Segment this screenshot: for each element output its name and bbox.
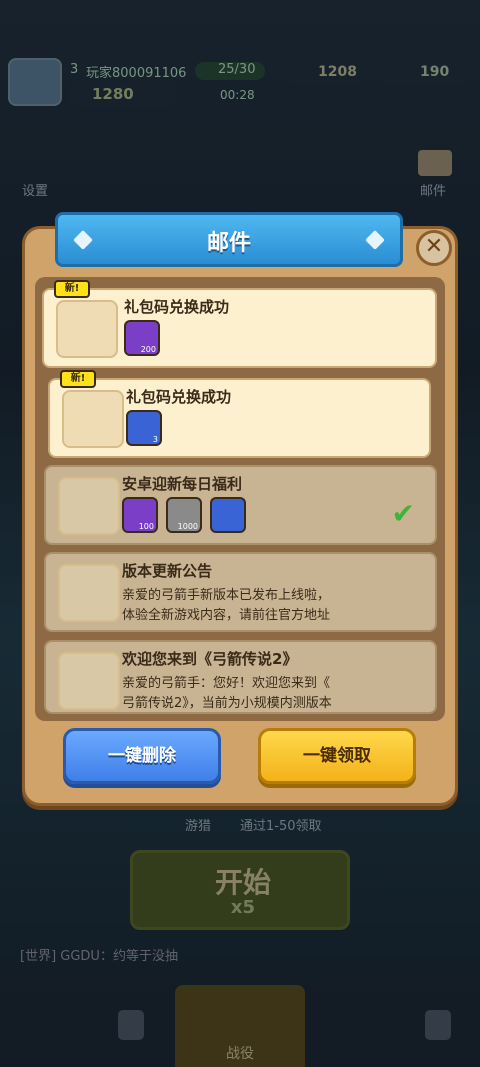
key-icon bbox=[210, 497, 246, 533]
mail-item-body: 亲爱的弓箭手：您好！欢迎您来到《 弓箭传说2》，当前为小规模内测版本 bbox=[122, 676, 332, 711]
mail-item[interactable]: 欢迎您来到《弓箭传说2》 亲爱的弓箭手：您好！欢迎您来到《 弓箭传说2》，当前为… bbox=[44, 640, 437, 714]
bell-icon bbox=[58, 652, 120, 710]
mail-item-title: 安卓迎新每日福利 bbox=[122, 475, 243, 493]
mail-item-body: 亲爱的弓箭手新版本已发布上线啦， 体验全新游戏内容，请前往官方地址 bbox=[122, 588, 331, 623]
delete-all-button[interactable]: 一键删除 bbox=[63, 728, 221, 784]
reward-count: 200 bbox=[140, 345, 156, 354]
reward-count: 3 bbox=[152, 435, 158, 444]
mail-item-title: 礼包码兑换成功 bbox=[124, 298, 230, 316]
mail-item[interactable]: 版本更新公告 亲爱的弓箭手新版本已发布上线啦， 体验全新游戏内容，请前往官方地址 bbox=[44, 552, 437, 632]
gold-coin-icon: 1000 bbox=[166, 497, 202, 533]
new-badge: 新! bbox=[54, 280, 90, 298]
claim-all-button[interactable]: 一键领取 bbox=[258, 728, 416, 784]
mail-item[interactable]: 安卓迎新每日福利 100 1000 ✔ bbox=[44, 465, 437, 545]
mail-item-title: 欢迎您来到《弓箭传说2》 bbox=[122, 650, 298, 668]
claimed-check-icon: ✔ bbox=[391, 497, 415, 530]
key-icon: 3 bbox=[126, 410, 162, 446]
new-badge: 新! bbox=[60, 370, 96, 388]
reward-count: 1000 bbox=[177, 522, 198, 531]
envelope-gift-icon bbox=[62, 390, 124, 448]
green-gem-icon: 100 bbox=[122, 497, 158, 533]
reward-count: 100 bbox=[138, 522, 154, 531]
green-gem-icon: 200 bbox=[124, 320, 160, 356]
mail-item[interactable]: 新! 礼包码兑换成功 200 bbox=[42, 280, 437, 368]
mail-item-title: 礼包码兑换成功 bbox=[126, 388, 232, 406]
close-button[interactable]: ✕ bbox=[416, 230, 452, 266]
mail-title-ribbon: 邮件 bbox=[55, 212, 403, 267]
mail-item-title: 版本更新公告 bbox=[122, 562, 213, 580]
envelope-gift-icon bbox=[56, 300, 118, 358]
bell-icon bbox=[58, 477, 120, 535]
mail-item[interactable]: 新! 礼包码兑换成功 3 bbox=[48, 370, 431, 458]
bell-icon bbox=[58, 564, 120, 622]
mail-title: 邮件 bbox=[206, 231, 251, 256]
